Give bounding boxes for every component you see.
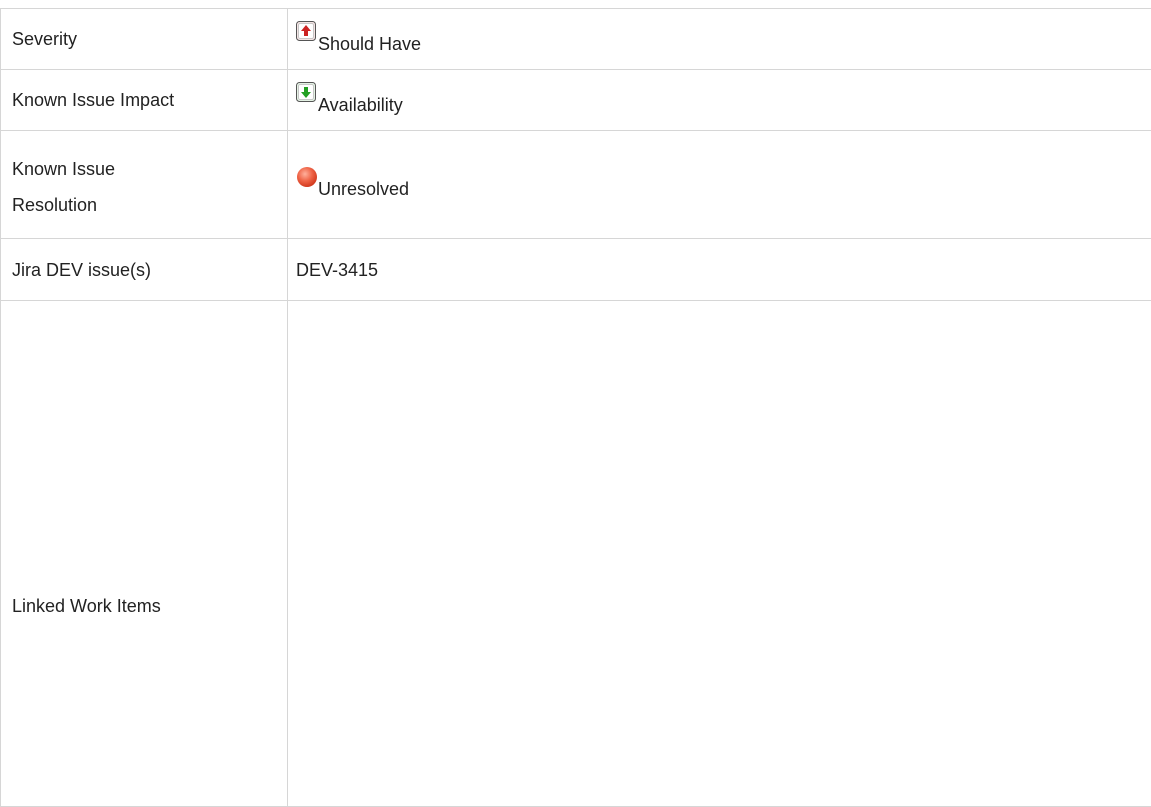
priority-down-icon <box>296 82 316 102</box>
field-label-line: Resolution <box>12 195 97 215</box>
jira-issue-link[interactable]: DEV-3415 <box>296 260 378 280</box>
severity-value: Should Have <box>318 29 421 59</box>
severity-value-cell: Should Have <box>288 9 1151 70</box>
severity-row: Severity Should Have <box>1 9 1151 70</box>
field-label: Jira DEV issue(s) <box>1 239 288 301</box>
impact-value: Availability <box>318 90 403 120</box>
jira-dev-issues-row: Jira DEV issue(s) DEV-3415 <box>1 239 1151 301</box>
impact-value-cell: Availability <box>288 70 1151 131</box>
known-issue-impact-row: Known Issue Impact Availability <box>1 70 1151 131</box>
field-label: Known Issue Impact <box>1 70 288 131</box>
linked-work-items-row: Linked Work Items <box>1 301 1151 807</box>
properties-table: Severity Should Have Known Issue Impact <box>0 8 1151 807</box>
linked-work-items-cell <box>288 301 1151 807</box>
status-red-circle-icon <box>296 166 316 186</box>
priority-up-icon <box>296 21 316 41</box>
resolution-value-cell: Unresolved <box>288 131 1151 239</box>
jira-value-cell: DEV-3415 <box>288 239 1151 301</box>
field-label: Linked Work Items <box>1 301 288 807</box>
field-label: Known Issue Resolution <box>1 131 288 239</box>
field-label: Severity <box>1 9 288 70</box>
resolution-value: Unresolved <box>318 174 409 204</box>
field-label-line: Known Issue <box>12 159 115 179</box>
known-issue-resolution-row: Known Issue Resolution <box>1 131 1151 239</box>
